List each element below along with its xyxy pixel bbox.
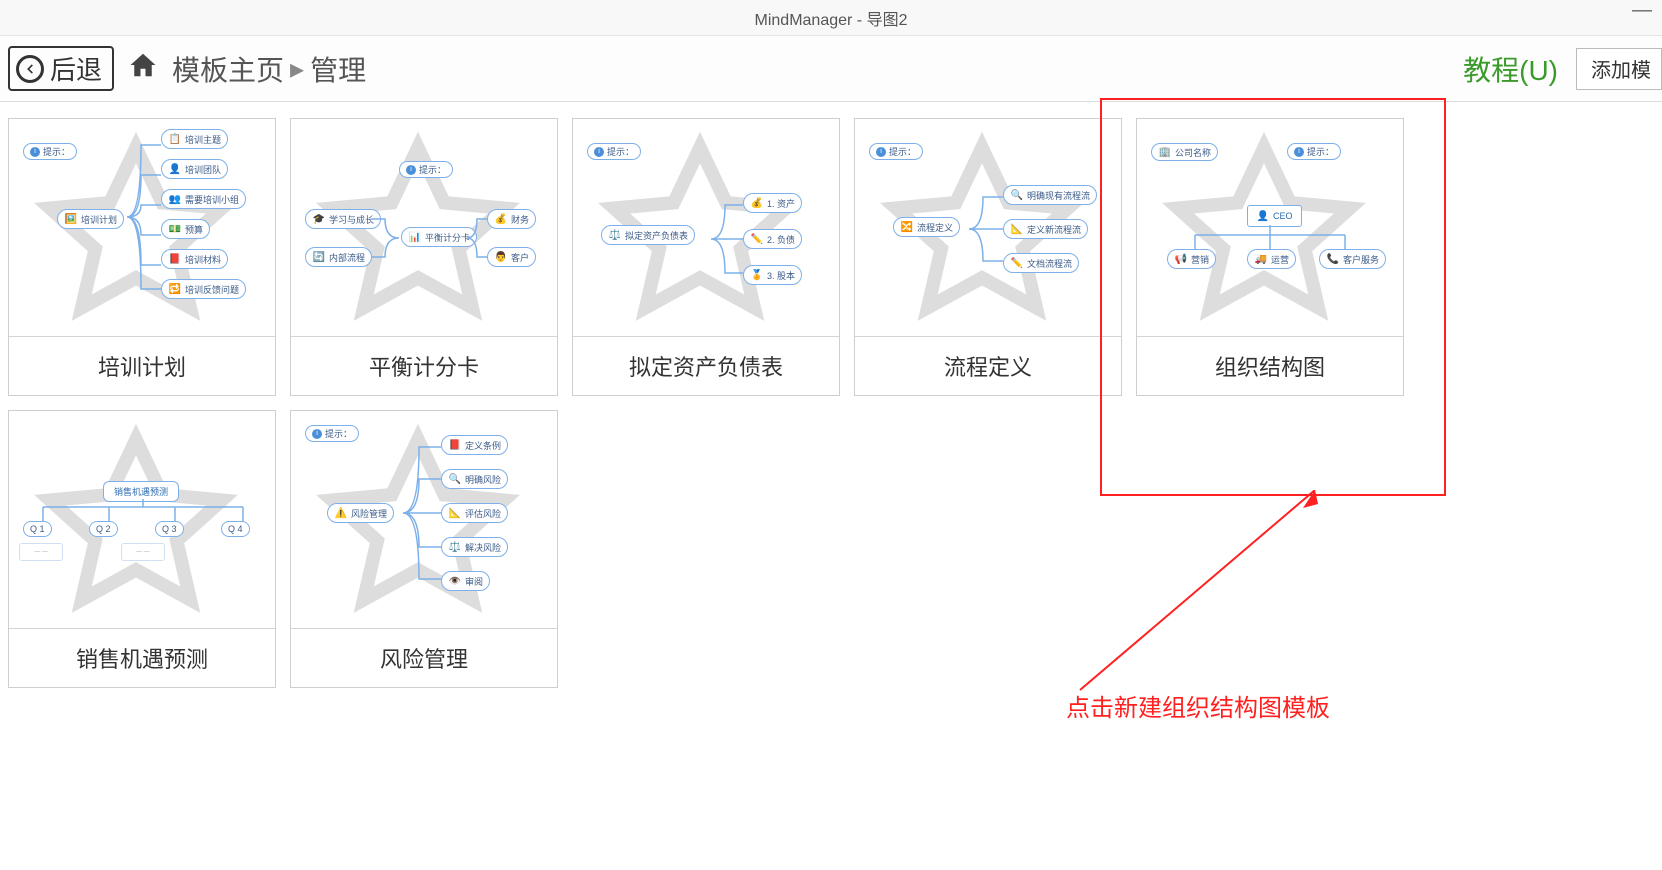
template-card-balance-sheet[interactable]: i提示： ⚖️拟定资产负债表 💰1. 资产 ✏️2. 负债 🏅3. 股本 拟定资… bbox=[572, 118, 840, 396]
card-label: 销售机遇预测 bbox=[9, 629, 275, 687]
thumbnail: i提示： 🔀流程定义 🔍明确现有流程流 📐定义新流程流 ✏️文档流程流 bbox=[855, 119, 1121, 337]
card-label: 培训计划 bbox=[9, 337, 275, 395]
template-card-process-def[interactable]: i提示： 🔀流程定义 🔍明确现有流程流 📐定义新流程流 ✏️文档流程流 流程定义 bbox=[854, 118, 1122, 396]
template-card-org-chart[interactable]: 🏢公司名称 i提示： 👤CEO 📢营销 🚚运营 📞客户服务 组织结构图 bbox=[1136, 118, 1404, 396]
add-template-label: 添加模 bbox=[1591, 54, 1651, 83]
card-label: 组织结构图 bbox=[1137, 337, 1403, 395]
back-arrow-icon bbox=[16, 55, 44, 83]
card-label: 流程定义 bbox=[855, 337, 1121, 395]
back-label: 后退 bbox=[50, 50, 102, 87]
home-icon[interactable] bbox=[128, 50, 158, 87]
toolbar: 后退 模板主页 ▸ 管理 教程(U) 添加模 bbox=[0, 36, 1662, 102]
card-label: 风险管理 bbox=[291, 629, 557, 687]
thumbnail: i提示： 📊平衡计分卡 🎓学习与成长 🔄内部流程 💰财务 👨客户 bbox=[291, 119, 557, 337]
thumbnail: i提示： ⚠️风险管理 📕定义条例 🔍明确风险 📐评估风险 ⚖️解决风险 👁️审… bbox=[291, 411, 557, 629]
thumbnail: i提示： 🖼️培训计划 📋培训主题 👤培训团队 👥需要培训小组 💵预算 📕培训材… bbox=[9, 119, 275, 337]
back-button[interactable]: 后退 bbox=[8, 46, 114, 91]
template-card-risk-mgmt[interactable]: i提示： ⚠️风险管理 📕定义条例 🔍明确风险 📐评估风险 ⚖️解决风险 👁️审… bbox=[290, 410, 558, 688]
template-card-training-plan[interactable]: i提示： 🖼️培训计划 📋培训主题 👤培训团队 👥需要培训小组 💵预算 📕培训材… bbox=[8, 118, 276, 396]
card-label: 拟定资产负债表 bbox=[573, 337, 839, 395]
template-card-sales-forecast[interactable]: 销售机遇预测 Q 1 Q 2 Q 3 Q 4 — — — — 销售机遇预测 bbox=[8, 410, 276, 688]
chevron-right-icon: ▸ bbox=[290, 52, 304, 85]
thumbnail: 🏢公司名称 i提示： 👤CEO 📢营销 🚚运营 📞客户服务 bbox=[1137, 119, 1403, 337]
thumbnail: i提示： ⚖️拟定资产负债表 💰1. 资产 ✏️2. 负债 🏅3. 股本 bbox=[573, 119, 839, 337]
window-titlebar: MindManager - 导图2 — bbox=[0, 0, 1662, 36]
thumbnail: 销售机遇预测 Q 1 Q 2 Q 3 Q 4 — — — — bbox=[9, 411, 275, 629]
breadcrumb-current: 管理 bbox=[310, 49, 366, 89]
tutorial-link[interactable]: 教程(U) bbox=[1463, 49, 1558, 89]
breadcrumb-root[interactable]: 模板主页 bbox=[172, 49, 284, 89]
breadcrumb: 模板主页 ▸ 管理 bbox=[172, 49, 366, 89]
template-gallery: i提示： 🖼️培训计划 📋培训主题 👤培训团队 👥需要培训小组 💵预算 📕培训材… bbox=[0, 102, 1662, 704]
template-card-balanced-scorecard[interactable]: i提示： 📊平衡计分卡 🎓学习与成长 🔄内部流程 💰财务 👨客户 平衡计分卡 bbox=[290, 118, 558, 396]
add-template-button[interactable]: 添加模 bbox=[1576, 48, 1662, 90]
card-label: 平衡计分卡 bbox=[291, 337, 557, 395]
window-title: MindManager - 导图2 bbox=[755, 6, 908, 30]
